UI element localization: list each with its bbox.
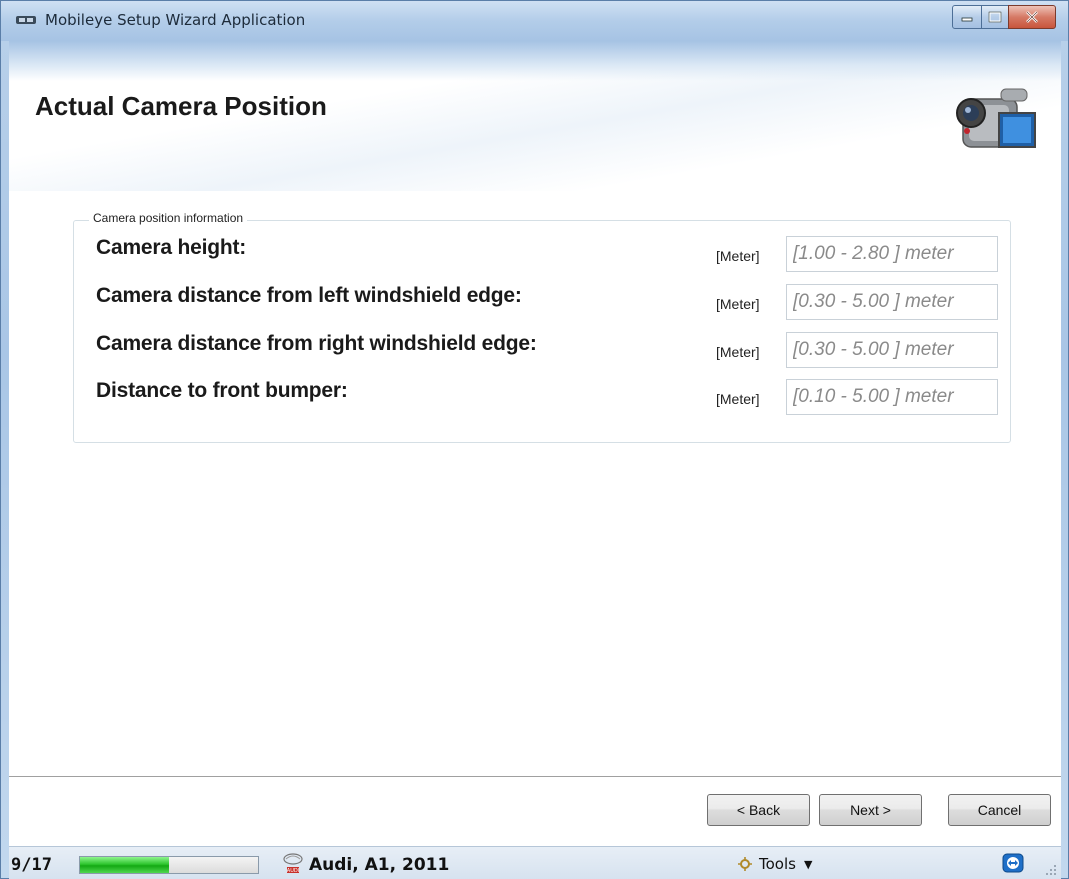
left-windshield-unit: [Meter] (716, 296, 760, 312)
chevron-down-icon: ▼ (803, 857, 813, 871)
tools-label: Tools (759, 855, 796, 873)
svg-text:AUDI: AUDI (287, 868, 299, 874)
step-counter: 9/17 (11, 855, 52, 875)
right-windshield-row: Camera distance from right windshield ed… (96, 332, 1001, 372)
cancel-button[interactable]: Cancel (948, 794, 1051, 826)
maximize-icon (988, 11, 1002, 23)
front-bumper-input[interactable] (786, 379, 998, 415)
app-window: Mobileye Setup Wizard Application Actual… (0, 0, 1069, 879)
camera-height-unit: [Meter] (716, 248, 760, 264)
tools-menu[interactable]: Tools ▼ (737, 855, 812, 873)
status-bar: 9/17 AUDI Audi, A1, 2011 Tools ▼ (9, 846, 1061, 879)
next-button[interactable]: Next > (819, 794, 922, 826)
vehicle-icon: AUDI (283, 853, 303, 874)
close-icon (1026, 11, 1038, 23)
close-button[interactable] (1008, 5, 1056, 29)
minimize-icon (961, 17, 973, 22)
footer-separator (9, 776, 1061, 777)
camera-height-input[interactable] (786, 236, 998, 272)
camera-height-label: Camera height: (96, 236, 247, 259)
back-button[interactable]: < Back (707, 794, 810, 826)
progress-fill (80, 857, 169, 873)
right-windshield-unit: [Meter] (716, 344, 760, 360)
window-controls (952, 5, 1056, 29)
maximize-button[interactable] (981, 5, 1009, 29)
left-windshield-input[interactable] (786, 284, 998, 320)
right-windshield-label: Camera distance from right windshield ed… (96, 332, 537, 355)
app-icon (16, 16, 36, 24)
teamviewer-icon[interactable] (1002, 853, 1024, 873)
left-windshield-row: Camera distance from left windshield edg… (96, 284, 1001, 324)
left-windshield-label: Camera distance from left windshield edg… (96, 284, 522, 307)
camcorder-icon (956, 88, 1036, 148)
window-title: Mobileye Setup Wizard Application (45, 11, 306, 29)
resize-grip-icon[interactable] (1045, 864, 1057, 876)
vehicle-label: Audi, A1, 2011 (309, 855, 450, 875)
wizard-client-area: Actual Camera Position Camera position i… (9, 41, 1061, 879)
right-windshield-input[interactable] (786, 332, 998, 368)
front-bumper-label: Distance to front bumper: (96, 379, 348, 402)
title-bar[interactable]: Mobileye Setup Wizard Application (1, 1, 1068, 41)
header-swoosh (9, 41, 1061, 81)
front-bumper-row: Distance to front bumper: [Meter] (96, 379, 1001, 419)
tools-icon (738, 857, 752, 871)
front-bumper-unit: [Meter] (716, 391, 760, 407)
camera-height-row: Camera height: [Meter] (96, 236, 1001, 276)
wizard-progress-bar (79, 856, 259, 874)
groupbox-legend: Camera position information (89, 211, 248, 225)
page-title: Actual Camera Position (35, 91, 327, 121)
minimize-button[interactable] (952, 5, 982, 29)
